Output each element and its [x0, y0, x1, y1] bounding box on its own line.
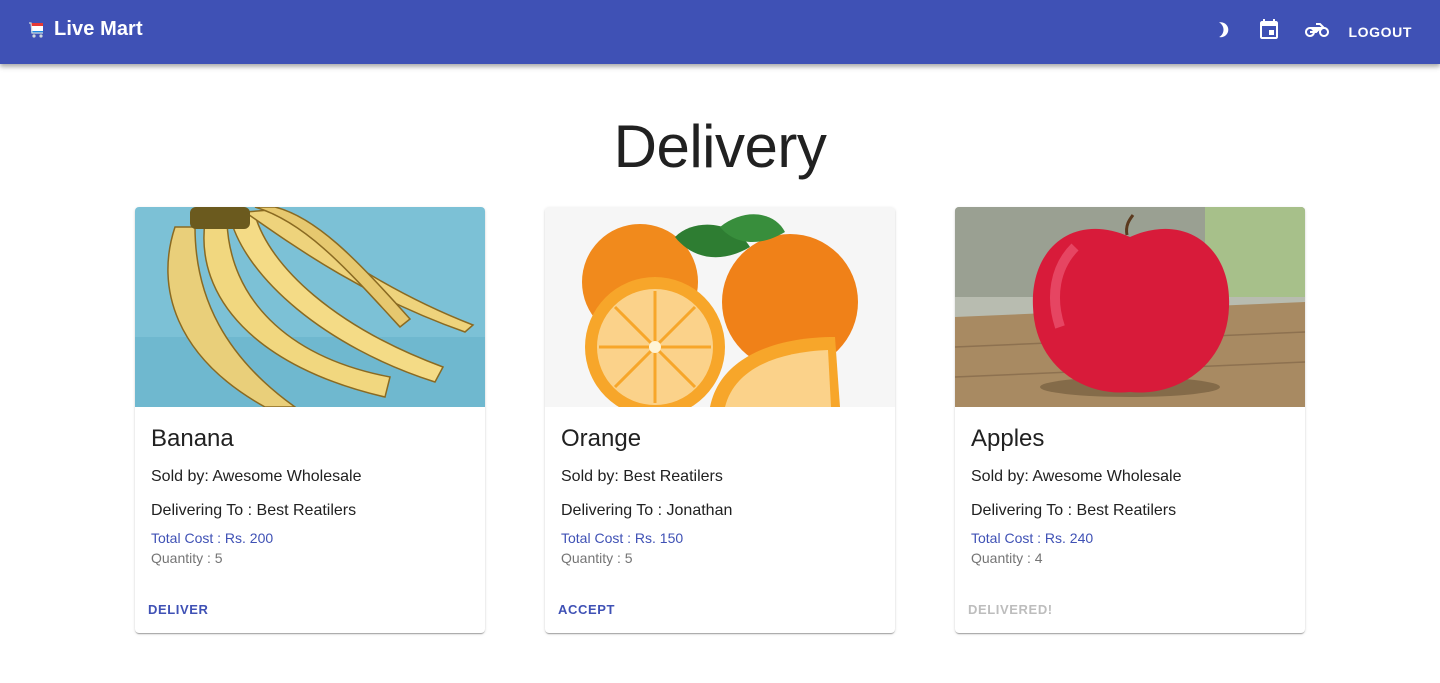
quantity: Quantity : 4: [971, 550, 1043, 566]
total-cost: Total Cost : Rs. 200: [151, 530, 274, 546]
deliver-button[interactable]: DELIVER: [143, 597, 214, 621]
product-card-orange: Orange Sold by: Best Reatilers Deliverin…: [545, 207, 895, 633]
delivering-to: Delivering To : Best Reatilers: [971, 502, 1177, 519]
delivering-to: Delivering To : Best Reatilers: [151, 502, 357, 519]
toolbar-actions: LOGOUT: [1197, 0, 1440, 64]
quantity: Quantity : 5: [151, 550, 223, 566]
product-name: Apples: [971, 425, 1045, 452]
apple-image: [955, 207, 1305, 407]
banana-image: [135, 207, 485, 407]
delivered-button: DELIVERED!: [968, 601, 1053, 617]
sold-by: Sold by: Best Reatilers: [561, 468, 723, 485]
total-cost: Total Cost : Rs. 240: [971, 530, 1094, 546]
product-card-apples: Apples Sold by: Awesome Wholesale Delive…: [955, 207, 1305, 633]
page-title: Delivery: [613, 113, 827, 180]
deliveries-button[interactable]: [1293, 8, 1341, 56]
sold-by: Sold by: Awesome Wholesale: [971, 468, 1182, 485]
delivering-to: Delivering To : Jonathan: [561, 502, 733, 519]
orange-image: [545, 207, 895, 407]
total-cost: Total Cost : Rs. 150: [561, 530, 684, 546]
product-card-banana: Banana Sold by: Awesome Wholesale Delive…: [135, 207, 485, 633]
sold-by: Sold by: Awesome Wholesale: [151, 468, 362, 485]
dark-mode-toggle-button[interactable]: [1197, 8, 1245, 56]
dark-mode-icon: [1209, 18, 1233, 47]
product-name: Banana: [151, 425, 234, 452]
calendar-icon: [1257, 18, 1281, 47]
app-title: Live Mart: [54, 18, 143, 40]
calendar-button[interactable]: [1245, 8, 1293, 56]
quantity: Quantity : 5: [561, 550, 633, 566]
delivery-bike-icon: [1304, 18, 1329, 47]
brand-link[interactable]: Live Mart: [28, 18, 143, 41]
product-name: Orange: [561, 425, 642, 452]
accept-button[interactable]: ACCEPT: [553, 597, 620, 621]
app-bar: Live Mart LOGOUT: [0, 0, 1440, 64]
logout-button[interactable]: LOGOUT: [1341, 8, 1440, 56]
shopping-cart-icon: [28, 21, 46, 39]
